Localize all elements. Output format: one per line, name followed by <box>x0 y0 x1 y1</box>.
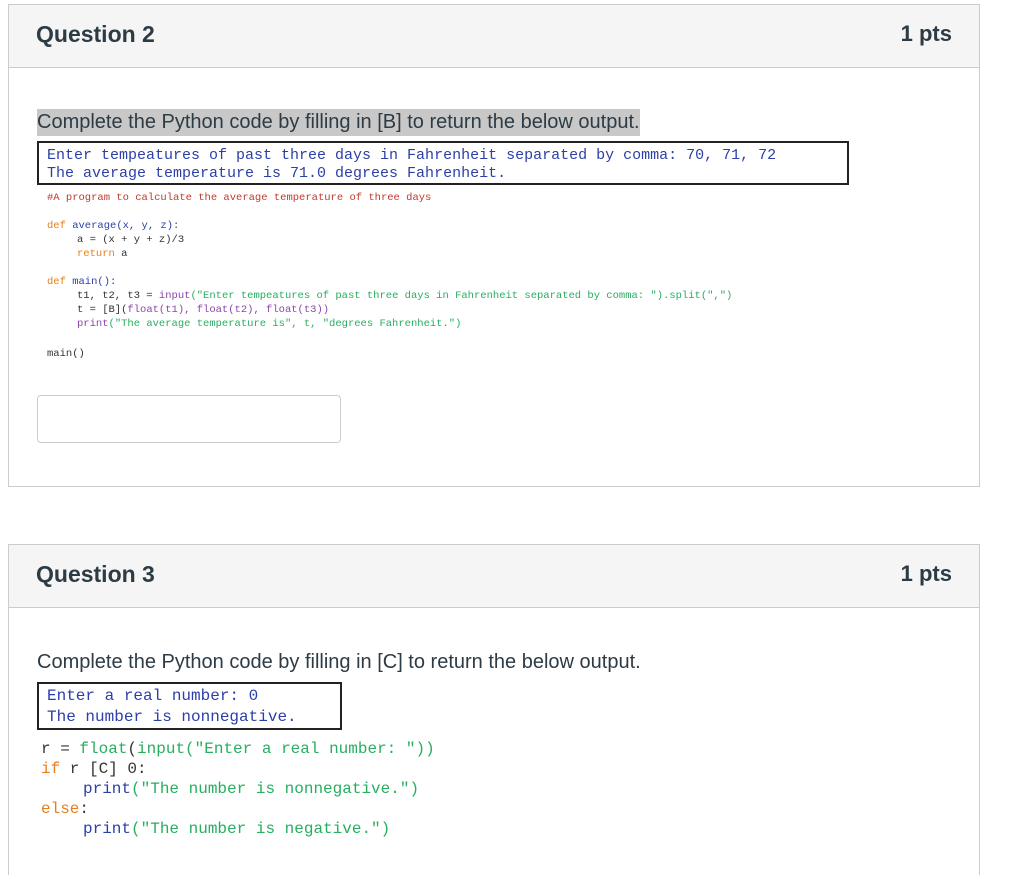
question-card-3: Question 3 1 pts Complete the Python cod… <box>8 544 980 875</box>
code-comment: #A program to calculate the average temp… <box>47 192 432 204</box>
question-prompt: Complete the Python code by filling in [… <box>37 651 641 673</box>
code-line: print("The number is negative.") <box>83 820 391 838</box>
code-image: #A program to calculate the average temp… <box>37 191 937 361</box>
code-line: print("The number is nonnegative.") <box>83 780 420 798</box>
code-line: else: <box>41 800 90 818</box>
code-line: main() <box>47 348 85 360</box>
output-line: The average temperature is 71.0 degrees … <box>47 165 507 182</box>
code-line: r = float(input("Enter a real number: ")… <box>41 740 435 758</box>
question-points: 1 pts <box>900 21 952 46</box>
question-prompt: Complete the Python code by filling in [… <box>37 109 640 136</box>
code-line: t1, t2, t3 = input("Enter tempeatures of… <box>77 290 733 302</box>
answer-input[interactable] <box>37 395 341 443</box>
output-line: The number is nonnegative. <box>47 708 297 726</box>
code-line: def main(): <box>47 276 117 288</box>
expected-output-box: Enter a real number: 0 The number is non… <box>37 682 342 730</box>
output-line: Enter tempeatures of past three days in … <box>47 147 777 164</box>
output-line: Enter a real number: 0 <box>47 687 259 705</box>
question-header: Question 2 1 pts <box>9 5 979 68</box>
code-line: if r [C] 0: <box>41 760 147 778</box>
question-title: Question 3 <box>36 561 155 587</box>
question-points: 1 pts <box>900 561 952 586</box>
expected-output-box: Enter tempeatures of past three days in … <box>37 141 849 185</box>
code-line: return a <box>77 248 128 260</box>
code-block: r = float(input("Enter a real number: ")… <box>41 739 641 849</box>
code-line: print("The average temperature is", t, "… <box>77 318 462 330</box>
code-line: def average(x, y, z): <box>47 220 180 232</box>
question-header: Question 3 1 pts <box>9 545 979 608</box>
code-line: t = [B](float(t1), float(t2), float(t3)) <box>77 304 330 316</box>
question-card-2: Question 2 1 pts Complete the Python cod… <box>8 4 980 487</box>
code-line: a = (x + y + z)/3 <box>77 234 185 246</box>
question-title: Question 2 <box>36 21 155 47</box>
